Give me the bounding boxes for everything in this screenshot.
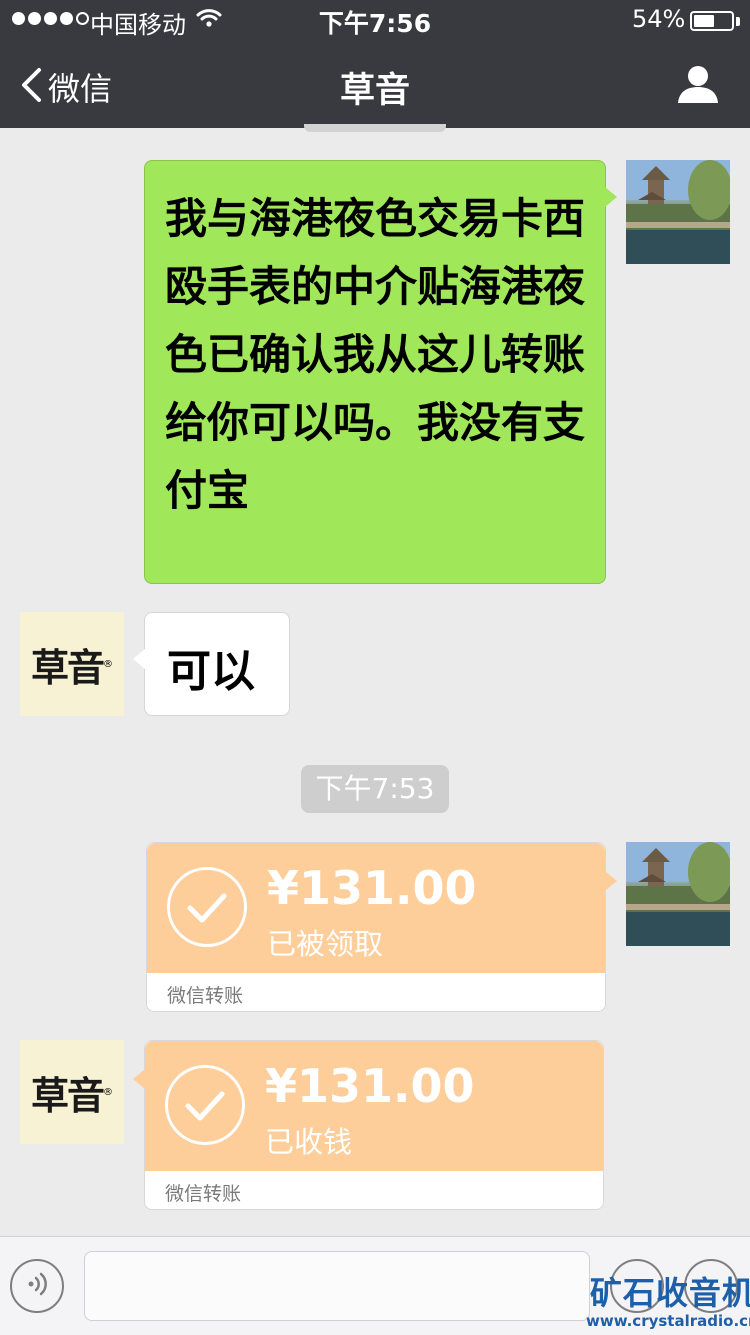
transfer-card-body: ¥131.00 已收钱 xyxy=(145,1041,603,1171)
chat-title: 草音 xyxy=(339,71,410,111)
watermark-url: www.crystalradio.cn xyxy=(586,1312,750,1330)
bubble-tail xyxy=(133,1069,145,1089)
message-bubble-received[interactable]: 可以 xyxy=(133,612,290,716)
status-bar: 中国移动 下午7:56 54% xyxy=(0,0,750,40)
battery-percent: 54% xyxy=(632,5,686,33)
transfer-card-body: ¥131.00 已被领取 xyxy=(147,843,605,973)
contact-logo: 草音 xyxy=(30,1072,105,1118)
battery-tip xyxy=(736,17,740,26)
bubble-tail xyxy=(133,649,145,669)
contact-avatar[interactable]: 草音 ® xyxy=(20,612,124,716)
transfer-amount: ¥131.00 xyxy=(267,861,477,915)
top-bar: 中国移动 下午7:56 54% 微信 草音 xyxy=(0,0,750,128)
watermark: 矿石收音机 www.crystalradio.cn xyxy=(586,1268,750,1330)
watermark-title: 矿石收音机 xyxy=(589,1274,750,1312)
bubble-tail xyxy=(605,871,617,891)
contact-logo: 草音 xyxy=(30,644,105,690)
bubble-tail xyxy=(605,187,617,207)
message-text: 可以 xyxy=(167,646,255,697)
contact-avatar[interactable]: 草音 ® xyxy=(20,1040,124,1144)
transfer-status: 已收钱 xyxy=(265,1125,353,1159)
transfer-footer: 微信转账 xyxy=(165,1183,242,1205)
registered-mark: ® xyxy=(103,658,113,670)
my-avatar[interactable] xyxy=(626,160,730,264)
transfer-card-received[interactable]: ¥131.00 已收钱 微信转账 xyxy=(133,1040,604,1210)
message-text: 我与海港夜色交易卡西殴手表的中介贴海港夜色已确认我从这儿转账给你可以吗。我没有支… xyxy=(165,194,586,515)
person-icon xyxy=(676,66,720,108)
check-circle-icon xyxy=(167,867,247,947)
transfer-card-sent[interactable]: ¥131.00 已被领取 微信转账 xyxy=(146,842,617,1012)
time-separator: 下午7:53 xyxy=(301,765,449,813)
previous-time-pill xyxy=(304,124,446,132)
battery-icon xyxy=(690,11,734,31)
message-bubble-sent[interactable]: 我与海港夜色交易卡西殴手表的中介贴海港夜色已确认我从这儿转账给你可以吗。我没有支… xyxy=(144,160,617,584)
voice-button[interactable] xyxy=(10,1259,64,1313)
transfer-amount: ¥131.00 xyxy=(265,1059,475,1113)
registered-mark: ® xyxy=(103,1086,113,1098)
my-avatar[interactable] xyxy=(626,842,730,946)
check-circle-icon xyxy=(165,1065,245,1145)
profile-button[interactable] xyxy=(676,64,720,108)
message-input[interactable] xyxy=(84,1251,590,1321)
voice-icon xyxy=(22,1269,52,1303)
transfer-footer: 微信转账 xyxy=(167,985,244,1007)
transfer-status: 已被领取 xyxy=(267,927,384,961)
